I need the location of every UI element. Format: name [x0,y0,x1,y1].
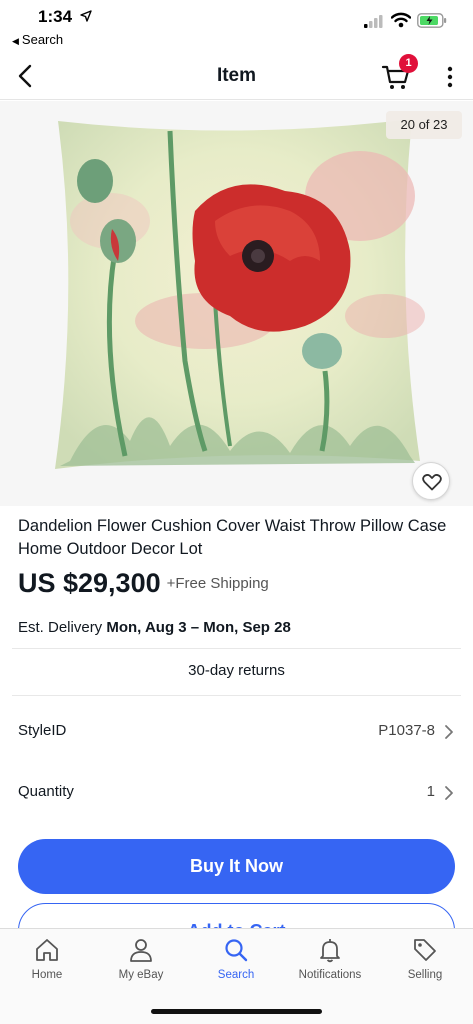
status-time: 1:34 [38,7,73,26]
tab-search[interactable]: Search [189,937,283,997]
cell-signal-icon [364,15,383,28]
chevron-right-icon [445,786,453,800]
search-icon [225,939,248,962]
delivery-dates: Mon, Aug 3 – Mon, Sep 28 [106,619,291,636]
heart-icon [422,474,442,491]
product-image[interactable] [0,101,473,506]
tab-label: Home [31,969,63,981]
quantity-row[interactable]: Quantity 1 [0,771,473,815]
chevron-right-icon [445,725,453,739]
delivery-label: Est. Delivery [18,619,103,636]
tab-label: Selling [407,969,443,981]
wifi-icon [391,12,411,28]
home-indicator [151,1009,322,1014]
bell-icon [320,939,340,963]
product-title: Dandelion Flower Cushion Cover Waist Thr… [18,517,447,558]
cart-count-badge: 1 [399,54,418,73]
watch-button[interactable] [412,462,450,500]
estimated-delivery: Est. Delivery Mon, Aug 3 – Mon, Sep 28 [18,619,291,636]
price: US $29,300 [18,568,161,598]
price-row: US $29,300 +Free Shipping [18,568,269,602]
divider [12,648,461,649]
returns-policy[interactable]: 30-day returns [0,662,473,679]
tab-selling[interactable]: Selling [378,937,472,997]
person-icon [130,939,152,962]
buy-it-now-button[interactable]: Buy It Now [18,839,455,894]
back-triangle-icon: ◀ [12,36,19,46]
tab-label: Notifications [298,969,362,981]
style-id-row[interactable]: StyleID P1037-8 [0,710,473,754]
more-options-icon[interactable] [440,64,460,90]
style-id-label: StyleID [18,722,67,739]
shipping-info: +Free Shipping [166,575,269,592]
pillow-illustration [55,119,425,469]
location-arrow-icon [80,10,92,22]
back-app-label: Search [21,32,64,47]
home-icon [36,939,58,961]
tab-my-ebay[interactable]: My eBay [94,937,188,997]
image-counter: 20 of 23 [386,111,462,139]
divider [12,695,461,696]
quantity-label: Quantity [18,783,74,800]
battery-icon [417,13,447,28]
quantity-value: 1 [426,783,435,800]
style-id-value: P1037-8 [378,722,435,739]
tab-label: My eBay [118,969,164,981]
nav-header: Item 1 [0,52,473,100]
back-to-app-link[interactable]: ◀ Search [12,32,63,47]
status-bar: 1:34 ◀ Search [0,0,473,52]
tab-label: Search [217,969,255,981]
tab-home[interactable]: Home [0,937,94,997]
tag-icon [414,939,436,961]
tab-notifications[interactable]: Notifications [283,937,377,997]
